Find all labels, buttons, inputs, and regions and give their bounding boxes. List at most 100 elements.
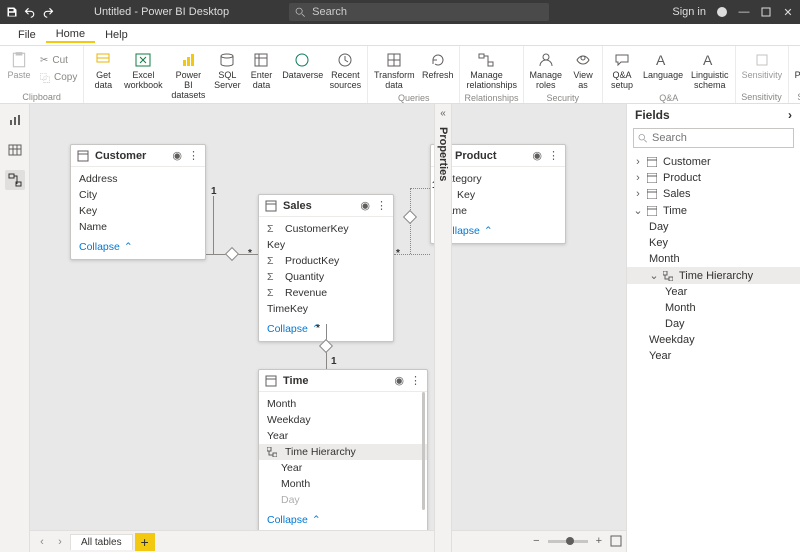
hierarchy-field-row[interactable]: Day bbox=[267, 492, 419, 508]
sigma-icon: Σ bbox=[267, 271, 279, 283]
transform-data-button[interactable]: Transform data bbox=[372, 48, 416, 93]
tree-hierarchy[interactable]: ⌄Time Hierarchy bbox=[627, 267, 800, 284]
field-row[interactable]: Address bbox=[79, 171, 197, 187]
pbi-icon bbox=[178, 50, 198, 70]
enter-data-button[interactable]: Enter data bbox=[246, 48, 276, 103]
tree-table-time[interactable]: ⌄Time bbox=[627, 202, 800, 219]
publish-button[interactable]: Publish bbox=[793, 48, 800, 92]
collapse-link[interactable]: Collapse⌃ bbox=[71, 237, 205, 259]
tree-table-customer[interactable]: ›Customer bbox=[627, 154, 800, 170]
maximize-button[interactable] bbox=[760, 6, 772, 18]
tree-hierarchy-field[interactable]: Year bbox=[627, 284, 800, 300]
visibility-icon[interactable]: ◉ bbox=[172, 149, 182, 162]
excel-button[interactable]: Excel workbook bbox=[122, 48, 164, 103]
cut-button[interactable]: ✂Cut bbox=[38, 54, 79, 67]
manage-roles-button[interactable]: Manage roles bbox=[528, 48, 565, 93]
report-view-button[interactable] bbox=[5, 110, 25, 130]
qa-setup-button[interactable]: Q&A setup bbox=[607, 48, 637, 93]
tree-field[interactable]: Key bbox=[627, 235, 800, 251]
model-view-button[interactable] bbox=[5, 170, 25, 190]
tab-all-tables[interactable]: All tables bbox=[70, 534, 133, 550]
tree-field[interactable]: Weekday bbox=[627, 332, 800, 348]
field-row[interactable]: Category bbox=[439, 171, 557, 187]
close-button[interactable]: ✕ bbox=[782, 6, 794, 18]
language-button[interactable]: ALanguage bbox=[641, 48, 685, 93]
collapse-link[interactable]: Collapse⌃ bbox=[259, 510, 427, 532]
table-card-sales[interactable]: Sales ◉ ⋮ ΣCustomerKey Key ΣProductKey Σ… bbox=[258, 194, 394, 342]
field-row[interactable]: Key bbox=[79, 203, 197, 219]
collapse-fields-icon[interactable]: › bbox=[788, 108, 792, 122]
undo-icon[interactable] bbox=[24, 6, 36, 18]
tree-hierarchy-field[interactable]: Day bbox=[627, 316, 800, 332]
field-row[interactable]: ΣRevenue bbox=[267, 285, 385, 301]
field-row[interactable]: Name bbox=[79, 219, 197, 235]
more-icon[interactable]: ⋮ bbox=[376, 199, 387, 212]
zoom-slider[interactable] bbox=[548, 540, 588, 543]
tree-table-product[interactable]: ›Product bbox=[627, 170, 800, 186]
linguistic-schema-button[interactable]: ALinguistic schema bbox=[689, 48, 731, 93]
pbi-datasets-button[interactable]: Power BI datasets bbox=[168, 48, 208, 103]
field-row[interactable]: TimeKey bbox=[267, 301, 385, 317]
tab-next-button[interactable]: › bbox=[52, 534, 68, 550]
refresh-button[interactable]: Refresh bbox=[420, 48, 456, 93]
field-row[interactable]: Name bbox=[439, 203, 557, 219]
dataverse-button[interactable]: Dataverse bbox=[280, 48, 323, 103]
tree-field[interactable]: Day bbox=[627, 219, 800, 235]
field-row[interactable]: ΣQuantity bbox=[267, 269, 385, 285]
visibility-icon[interactable]: ◉ bbox=[360, 199, 370, 212]
tree-hierarchy-field[interactable]: Month bbox=[627, 300, 800, 316]
visibility-icon[interactable]: ◉ bbox=[394, 374, 404, 387]
more-icon[interactable]: ⋮ bbox=[548, 149, 559, 162]
paste-button[interactable]: Paste bbox=[4, 48, 34, 92]
field-row[interactable]: Key bbox=[267, 237, 385, 253]
sensitivity-button[interactable]: Sensitivity bbox=[740, 48, 784, 92]
scrollbar[interactable] bbox=[422, 392, 425, 510]
model-canvas[interactable]: Customer ◉ ⋮ Address City Key Name Colla… bbox=[30, 104, 626, 552]
save-icon[interactable] bbox=[6, 6, 18, 18]
copy-button[interactable]: ⿻Copy bbox=[38, 69, 79, 86]
fit-to-screen-button[interactable] bbox=[610, 535, 622, 547]
tab-prev-button[interactable]: ‹ bbox=[34, 534, 50, 550]
properties-panel-collapsed[interactable]: « Properties bbox=[434, 104, 452, 552]
field-row[interactable]: Year bbox=[267, 428, 419, 444]
zoom-in-button[interactable]: + bbox=[596, 535, 602, 547]
view-as-button[interactable]: View as bbox=[568, 48, 598, 93]
menu-file[interactable]: File bbox=[8, 27, 46, 43]
tree-table-sales[interactable]: ›Sales bbox=[627, 186, 800, 202]
get-data-button[interactable]: Get data bbox=[88, 48, 118, 103]
signin-label[interactable]: Sign in bbox=[672, 6, 706, 18]
fields-search-input[interactable] bbox=[652, 132, 789, 144]
redo-icon[interactable] bbox=[42, 6, 54, 18]
tree-field[interactable]: Month bbox=[627, 251, 800, 267]
menu-help[interactable]: Help bbox=[95, 27, 138, 43]
add-tab-button[interactable]: + bbox=[135, 533, 155, 551]
field-row[interactable]: ΣKey bbox=[439, 187, 557, 203]
fields-search[interactable] bbox=[633, 128, 794, 148]
tree-field[interactable]: Year bbox=[627, 348, 800, 364]
table-icon bbox=[647, 157, 659, 167]
more-icon[interactable]: ⋮ bbox=[410, 374, 421, 387]
hierarchy-row[interactable]: Time Hierarchy bbox=[259, 444, 427, 460]
field-row[interactable]: City bbox=[79, 187, 197, 203]
sql-button[interactable]: SQL Server bbox=[212, 48, 242, 103]
field-row[interactable]: ΣCustomerKey bbox=[267, 221, 385, 237]
table-card-customer[interactable]: Customer ◉ ⋮ Address City Key Name Colla… bbox=[70, 144, 206, 260]
hierarchy-icon bbox=[663, 271, 675, 281]
avatar-icon[interactable] bbox=[716, 6, 728, 18]
minimize-button[interactable]: — bbox=[738, 6, 750, 18]
titlebar-search[interactable]: Search bbox=[289, 3, 549, 21]
menu-home[interactable]: Home bbox=[46, 26, 95, 43]
data-view-button[interactable] bbox=[5, 140, 25, 160]
zoom-out-button[interactable]: − bbox=[533, 535, 539, 547]
field-row[interactable]: Month bbox=[267, 396, 419, 412]
field-row[interactable]: ΣProductKey bbox=[267, 253, 385, 269]
field-row[interactable]: Weekday bbox=[267, 412, 419, 428]
visibility-icon[interactable]: ◉ bbox=[532, 149, 542, 162]
more-icon[interactable]: ⋮ bbox=[188, 149, 199, 162]
hierarchy-field-row[interactable]: Year bbox=[267, 460, 419, 476]
hierarchy-field-row[interactable]: Month bbox=[267, 476, 419, 492]
manage-relationships-button[interactable]: Manage relationships bbox=[464, 48, 508, 93]
recent-sources-button[interactable]: Recent sources bbox=[328, 48, 363, 103]
expand-properties-icon[interactable]: « bbox=[440, 108, 446, 119]
table-card-time[interactable]: Time ◉ ⋮ Month Weekday Year Time Hierarc… bbox=[258, 369, 428, 533]
